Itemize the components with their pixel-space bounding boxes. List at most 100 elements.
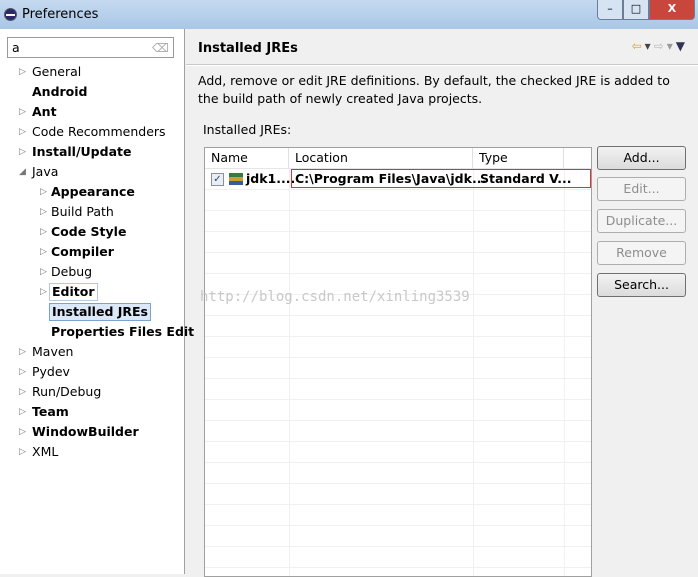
collapse-arrow-icon[interactable]: ◢: [19, 163, 29, 181]
tree-item-label: Properties Files Edit: [51, 324, 195, 339]
tree-item-label: Run/Debug: [32, 384, 102, 399]
tree-item-installed-jres[interactable]: Installed JREs: [0, 303, 184, 323]
grid-line: [205, 316, 591, 337]
grid-line: [205, 442, 591, 463]
tree-item-label: XML: [32, 444, 59, 459]
tree-item-code-style[interactable]: ▷ Code Style: [0, 223, 184, 243]
remove-button[interactable]: Remove: [597, 241, 686, 265]
tree-item-editor[interactable]: ▷ Editor: [0, 283, 184, 303]
title-bar: Preferences – □ X: [0, 0, 698, 29]
watermark: http://blog.csdn.net/xinling3539: [200, 289, 470, 305]
navigation-controls: ⇦▾⇨▾▼: [632, 39, 688, 53]
tree-item-label: General: [32, 64, 82, 79]
tree-item-compiler[interactable]: ▷ Compiler: [0, 243, 184, 263]
duplicate-button[interactable]: Duplicate...: [597, 209, 686, 233]
close-button[interactable]: X: [649, 0, 695, 20]
jre-checkbox[interactable]: ✓: [211, 173, 224, 186]
tree-item-label: WindowBuilder: [32, 424, 139, 439]
expand-arrow-icon[interactable]: ▷: [19, 423, 29, 441]
search-button[interactable]: Search...: [597, 273, 686, 297]
tree-item-label: Ant: [32, 104, 57, 119]
grid-line: [205, 526, 591, 547]
table-row[interactable]: ✓ jdk1.... C:\Program Files\Java\jdk... …: [205, 169, 591, 190]
tree-item-label: Java: [32, 164, 59, 179]
tree-item-xml[interactable]: ▷ XML: [0, 443, 184, 463]
grid-line: [205, 568, 591, 576]
expand-arrow-icon[interactable]: ▷: [19, 63, 29, 81]
maximize-button[interactable]: □: [623, 0, 649, 20]
minimize-button[interactable]: –: [597, 0, 623, 20]
expand-arrow-icon[interactable]: ▷: [19, 343, 29, 361]
tree-item-label: Appearance: [51, 184, 135, 199]
back-menu-icon[interactable]: ▾: [645, 39, 654, 53]
tree-item-label: Code Recommenders: [32, 124, 166, 139]
expand-arrow-icon[interactable]: ▷: [19, 123, 29, 141]
filter-input[interactable]: a ⌫: [7, 37, 174, 58]
tree-item-label: Installed JREs: [49, 303, 152, 321]
view-menu-icon[interactable]: ▼: [676, 39, 688, 53]
expand-arrow-icon[interactable]: ▷: [19, 443, 29, 461]
grid-line: [205, 337, 591, 358]
column-header-filler: [564, 148, 591, 169]
tree-item-maven[interactable]: ▷ Maven: [0, 343, 184, 363]
jre-table[interactable]: Name Location Type ✓ jdk1.... C:\Program…: [204, 147, 592, 577]
separator: [186, 64, 698, 66]
preference-tree-panel: a ⌫ ▷ General Android ▷ Ant ▷ Code Recommenders…: [0, 29, 194, 574]
column-header-type[interactable]: Type: [473, 148, 564, 169]
tree-item-label: Pydev: [32, 364, 70, 379]
forward-icon[interactable]: ⇨: [654, 39, 667, 53]
window-title: Preferences: [22, 7, 99, 22]
add-button[interactable]: Add...: [597, 146, 686, 170]
tree-item-label: Build Path: [51, 204, 114, 219]
page-description: Add, remove or edit JRE definitions. By …: [198, 73, 670, 106]
highlight-box: [291, 169, 591, 188]
tree-item-run-debug[interactable]: ▷ Run/Debug: [0, 383, 184, 403]
expand-arrow-icon[interactable]: ▷: [19, 403, 29, 421]
expand-arrow-icon[interactable]: ▷: [19, 103, 29, 121]
grid-line: [205, 547, 591, 568]
edit-button[interactable]: Edit...: [597, 177, 686, 201]
forward-menu-icon[interactable]: ▾: [667, 39, 676, 53]
jre-library-icon: [229, 173, 243, 185]
jre-name: jdk1....: [246, 171, 296, 186]
tree-item-properties-files-edit[interactable]: Properties Files Edit: [0, 323, 194, 343]
eraser-icon[interactable]: ⌫: [152, 41, 169, 55]
grid-line: [205, 400, 591, 421]
tree-item-label: Maven: [32, 344, 74, 359]
tree-item-team[interactable]: ▷ Team: [0, 403, 184, 423]
tree-item-java[interactable]: ◢ Java: [0, 163, 184, 183]
tree-item-install-update[interactable]: ▷ Install/Update: [0, 143, 184, 163]
tree-item-general[interactable]: ▷ General: [0, 63, 184, 83]
expand-arrow-icon[interactable]: ▷: [19, 383, 29, 401]
tree-item-android[interactable]: Android: [0, 83, 184, 103]
tree-item-code-recommenders[interactable]: ▷ Code Recommenders: [0, 123, 184, 143]
expand-arrow-icon[interactable]: ▷: [19, 143, 29, 161]
grid-line: [205, 379, 591, 400]
grid-column-line: [473, 169, 474, 576]
grid-column-line: [564, 169, 565, 576]
eclipse-icon: [4, 8, 17, 21]
tree-item-label: Debug: [51, 264, 93, 279]
grid-line: [205, 463, 591, 484]
tree-item-build-path[interactable]: ▷ Build Path: [0, 203, 184, 223]
tree-item-ant[interactable]: ▷ Ant: [0, 103, 184, 123]
grid-line: [205, 358, 591, 379]
expand-arrow-icon[interactable]: ▷: [19, 363, 29, 381]
tree-item-label: Compiler: [51, 244, 114, 259]
grid-line: [205, 232, 591, 253]
grid-line: [205, 253, 591, 274]
tree-item-label: Code Style: [51, 224, 127, 239]
back-icon[interactable]: ⇦: [632, 39, 645, 53]
tree-item-label: Team: [32, 404, 69, 419]
grid-line: [205, 211, 591, 232]
grid-line: [205, 190, 591, 211]
page-title: Installed JREs: [198, 41, 298, 56]
tree-item-pydev[interactable]: ▷ Pydev: [0, 363, 184, 383]
column-header-location[interactable]: Location: [289, 148, 473, 169]
table-label: Installed JREs:: [203, 122, 292, 137]
tree-item-windowbuilder[interactable]: ▷ WindowBuilder: [0, 423, 184, 443]
tree-item-debug[interactable]: ▷ Debug: [0, 263, 184, 283]
grid-column-line: [289, 169, 290, 576]
tree-item-appearance[interactable]: ▷ Appearance: [0, 183, 184, 203]
column-header-name[interactable]: Name: [205, 148, 289, 169]
